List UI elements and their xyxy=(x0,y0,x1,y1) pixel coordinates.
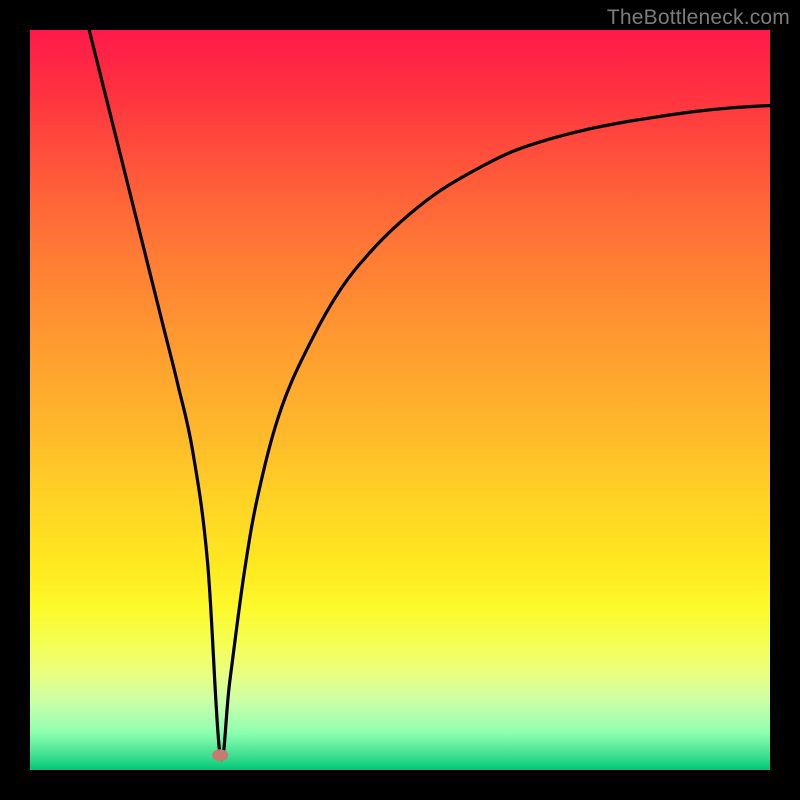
minimum-marker xyxy=(212,749,228,761)
bottleneck-curve xyxy=(89,30,770,760)
curve-svg xyxy=(30,30,770,770)
chart-stage: TheBottleneck.com xyxy=(0,0,800,800)
plot-area xyxy=(30,30,770,770)
watermark-text: TheBottleneck.com xyxy=(607,6,790,30)
